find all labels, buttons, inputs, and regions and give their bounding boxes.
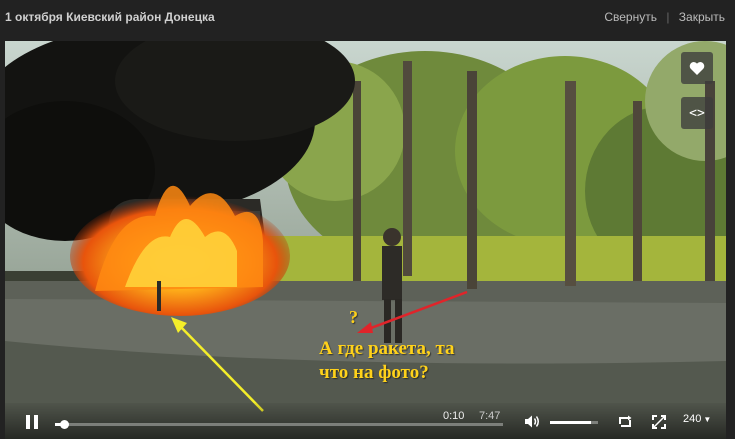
embed-button[interactable]: <> xyxy=(681,97,713,129)
video-player[interactable]: <> ? А где ракета, та что на фото? 0:10 … xyxy=(5,41,726,439)
volume-icon[interactable] xyxy=(524,414,541,429)
collapse-link[interactable]: Свернуть xyxy=(604,10,657,24)
caption-line-1: А где ракета, та xyxy=(319,338,455,359)
heart-icon xyxy=(689,61,705,75)
title-bar: 1 октября Киевский район Донецка Свернут… xyxy=(0,0,735,34)
progress-bar[interactable] xyxy=(55,420,503,429)
pause-icon[interactable] xyxy=(23,413,41,431)
duration: 7:47 xyxy=(479,410,501,422)
player-controls: 0:10 7:47 240 ▼ xyxy=(5,403,726,439)
video-title: 1 октября Киевский район Донецка xyxy=(5,10,215,24)
caption-line-2: что на фото? xyxy=(319,362,429,383)
fullscreen-icon[interactable] xyxy=(651,414,667,430)
chevron-down-icon: ▼ xyxy=(703,415,712,424)
caption-question: ? xyxy=(349,307,358,327)
close-link[interactable]: Закрыть xyxy=(679,10,725,24)
window-actions: Свернуть | Закрыть xyxy=(604,10,725,24)
current-time: 0:10 xyxy=(443,410,465,422)
code-icon: <> xyxy=(689,105,705,121)
volume-fill xyxy=(550,421,591,424)
progress-handle[interactable] xyxy=(60,420,70,429)
like-button[interactable] xyxy=(681,52,713,84)
action-separator: | xyxy=(666,10,670,24)
quality-value: 240 xyxy=(683,413,702,425)
loop-icon[interactable] xyxy=(617,414,633,430)
quality-selector[interactable]: 240 ▼ xyxy=(683,413,711,425)
volume-slider[interactable] xyxy=(550,421,598,424)
